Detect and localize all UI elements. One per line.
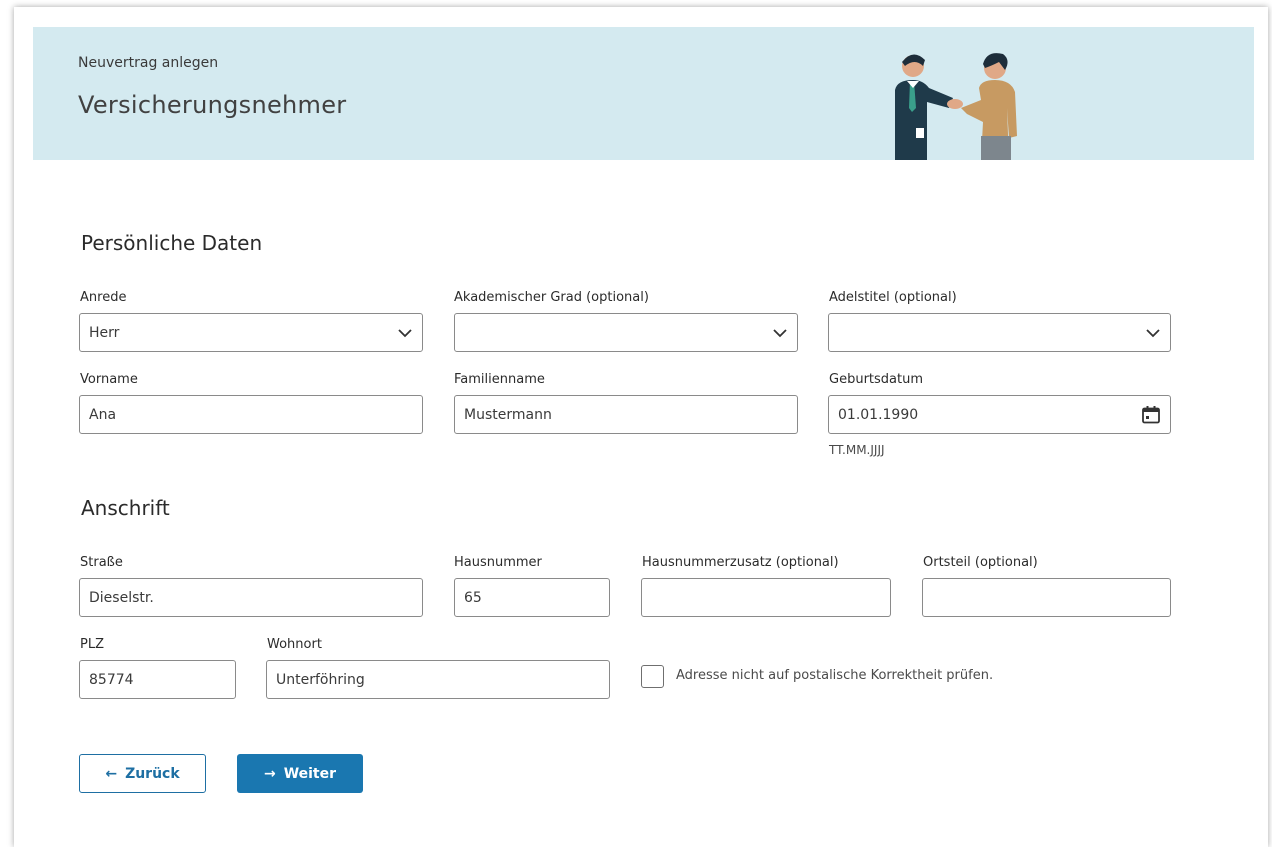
hausnummer-input[interactable]: [464, 589, 600, 606]
section-title-address: Anschrift: [81, 496, 170, 520]
vorname-field[interactable]: [79, 395, 423, 434]
chevron-down-icon: [398, 328, 412, 337]
address-check-label: Adresse nicht auf postalische Korrekthei…: [676, 668, 994, 683]
back-button[interactable]: ← Zurück: [79, 754, 206, 793]
address-check-checkbox[interactable]: [641, 665, 664, 688]
plz-field[interactable]: [79, 660, 236, 699]
akad-grad-label: Akademischer Grad (optional): [454, 290, 649, 305]
anrede-value: Herr: [89, 324, 120, 341]
next-button[interactable]: → Weiter: [237, 754, 363, 793]
vorname-label: Vorname: [80, 372, 138, 387]
hausnummerzusatz-input[interactable]: [651, 589, 881, 606]
chevron-down-icon: [1146, 328, 1160, 337]
wohnort-field[interactable]: [266, 660, 610, 699]
familienname-input[interactable]: [464, 406, 788, 423]
akad-grad-select[interactable]: [454, 313, 798, 352]
plz-label: PLZ: [80, 637, 104, 652]
calendar-icon[interactable]: [1141, 405, 1161, 425]
anrede-label: Anrede: [80, 290, 127, 305]
chevron-down-icon: [773, 328, 787, 337]
hausnummerzusatz-label: Hausnummerzusatz (optional): [642, 555, 839, 570]
strasse-field[interactable]: [79, 578, 423, 617]
geburtsdatum-hint: TT.MM.JJJJ: [829, 443, 885, 457]
wohnort-label: Wohnort: [267, 637, 322, 652]
strasse-input[interactable]: [89, 589, 413, 606]
page-header: Neuvertrag anlegen Versicherungsnehmer: [33, 27, 1254, 160]
ortsteil-input[interactable]: [932, 589, 1161, 606]
back-button-label: Zurück: [125, 765, 180, 782]
geburtsdatum-field[interactable]: [828, 395, 1171, 434]
arrow-right-icon: →: [263, 765, 276, 782]
ortsteil-label: Ortsteil (optional): [923, 555, 1038, 570]
next-button-label: Weiter: [283, 765, 337, 782]
page-eyebrow: Neuvertrag anlegen: [78, 55, 219, 71]
page-title: Versicherungsnehmer: [78, 91, 347, 119]
adelstitel-label: Adelstitel (optional): [829, 290, 957, 305]
arrow-left-icon: ←: [105, 765, 118, 782]
familienname-label: Familienname: [454, 372, 545, 387]
geburtsdatum-label: Geburtsdatum: [829, 372, 923, 387]
geburtsdatum-input[interactable]: [838, 406, 1133, 423]
section-title-personal: Persönliche Daten: [81, 231, 263, 255]
plz-input[interactable]: [89, 671, 226, 688]
adelstitel-select[interactable]: [828, 313, 1171, 352]
vorname-input[interactable]: [89, 406, 413, 423]
handshake-illustration-icon: [895, 53, 1017, 160]
hausnummerzusatz-field[interactable]: [641, 578, 891, 617]
hausnummer-field[interactable]: [454, 578, 610, 617]
strasse-label: Straße: [80, 555, 123, 570]
ortsteil-field[interactable]: [922, 578, 1171, 617]
wohnort-input[interactable]: [276, 671, 600, 688]
hausnummer-label: Hausnummer: [454, 555, 542, 570]
anrede-select[interactable]: Herr: [79, 313, 423, 352]
familienname-field[interactable]: [454, 395, 798, 434]
